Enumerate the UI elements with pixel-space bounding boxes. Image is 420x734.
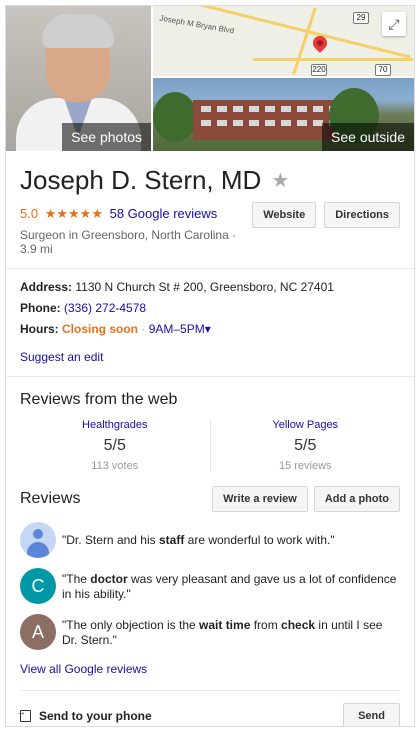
source-count: 113 votes [91, 460, 139, 472]
add-photo-button[interactable]: Add a photo [313, 486, 400, 512]
phone-label: Phone: [20, 301, 61, 315]
map-street-label: Joseph M Bryan Blvd [158, 13, 235, 36]
directions-button[interactable]: Directions [324, 202, 400, 228]
map-thumbnail[interactable]: Joseph M Bryan Blvd 29 70 220 ⤢ [153, 6, 414, 76]
route-shield: 29 [353, 12, 369, 24]
user-avatar-icon [20, 522, 56, 558]
rating-row: 5.0 ★★★★★ 58 Google reviews [20, 206, 252, 222]
source-score: 5/5 [103, 437, 126, 454]
web-review-source[interactable]: Yellow Pages 5/5 15 reviews [209, 419, 401, 472]
divider [6, 268, 414, 269]
send-label: Send to your phone [39, 709, 152, 723]
rating-stars-icon: ★★★★★ [44, 206, 103, 221]
see-photos-button[interactable]: See photos [62, 123, 151, 151]
info-block: Address: 1130 N Church St # 200, Greensb… [20, 277, 400, 340]
review-item: C "The doctor was very pleasant and gave… [20, 568, 400, 604]
hours-row[interactable]: Hours: Closing soon · 9AM–5PM▾ [20, 319, 400, 340]
map-column: Joseph M Bryan Blvd 29 70 220 ⤢ See outs… [153, 6, 414, 151]
write-review-button[interactable]: Write a review [212, 486, 308, 512]
source-score: 5/5 [294, 437, 317, 454]
send-button[interactable]: Send [343, 703, 400, 726]
hours-label: Hours: [20, 322, 59, 336]
review-item: "Dr. Stern and his staff are wonderful t… [20, 522, 400, 558]
photo-hair [42, 14, 114, 48]
google-reviews-link[interactable]: 58 Google reviews [110, 206, 218, 221]
reviews-heading: Reviews [20, 490, 81, 507]
route-shield: 70 [375, 64, 391, 76]
suggest-edit-link[interactable]: Suggest an edit [20, 350, 400, 364]
review-item: A "The only objection is the wait time f… [20, 614, 400, 650]
street-view-thumbnail[interactable]: See outside [153, 78, 414, 151]
chevron-down-icon[interactable]: ▾ [205, 322, 211, 336]
map-road [156, 6, 411, 59]
send-to-phone[interactable]: Send to your phone [16, 707, 152, 723]
web-reviews-heading: Reviews from the web [20, 391, 178, 408]
profile-photo[interactable]: See photos [6, 6, 151, 151]
send-to-phone-icon [16, 707, 31, 722]
building [193, 100, 343, 140]
website-button[interactable]: Website [252, 202, 317, 228]
route-shield: 220 [311, 64, 327, 76]
review-text: "The doctor was very pleasant and gave u… [62, 572, 397, 601]
page-title: Joseph D. Stern, MD [20, 165, 262, 195]
address-label: Address: [20, 280, 73, 294]
phone-link[interactable]: (336) 272-4578 [64, 301, 146, 315]
save-star-icon[interactable]: ★ [271, 168, 289, 193]
review-text: "Dr. Stern and his staff are wonderful t… [62, 533, 335, 547]
map-road [253, 58, 413, 61]
phone-row: Phone: (336) 272-4578 [20, 298, 400, 319]
address-row: Address: 1130 N Church St # 200, Greensb… [20, 277, 400, 298]
tree [153, 92, 197, 142]
divider [6, 376, 414, 377]
review-text: "The only objection is the wait time fro… [62, 618, 383, 647]
avatar: C [20, 568, 56, 604]
source-name[interactable]: Yellow Pages [211, 419, 401, 431]
category-line: Surgeon in Greensboro, North Carolina · … [20, 228, 237, 256]
view-all-reviews-link[interactable]: View all Google reviews [20, 662, 400, 676]
hours-range[interactable]: 9AM–5PM [149, 322, 205, 336]
hours-status: Closing soon [62, 322, 139, 336]
expand-map-icon[interactable]: ⤢ [382, 12, 406, 36]
hours-separator: · [141, 322, 146, 336]
source-name[interactable]: Healthgrades [20, 419, 210, 431]
source-count: 15 reviews [278, 460, 332, 472]
see-outside-button[interactable]: See outside [322, 123, 414, 151]
web-reviews: Healthgrades 5/5 113 votes Yellow Pages … [20, 419, 400, 472]
address-value[interactable]: 1130 N Church St # 200, Greensboro, NC 2… [75, 280, 334, 294]
web-review-source[interactable]: Healthgrades 5/5 113 votes [20, 419, 210, 472]
hero-images: See photos Joseph M Bryan Blvd 29 70 220… [6, 6, 414, 151]
rating-score: 5.0 [20, 206, 39, 221]
avatar: A [20, 614, 56, 650]
knowledge-panel: See photos Joseph M Bryan Blvd 29 70 220… [5, 5, 415, 727]
